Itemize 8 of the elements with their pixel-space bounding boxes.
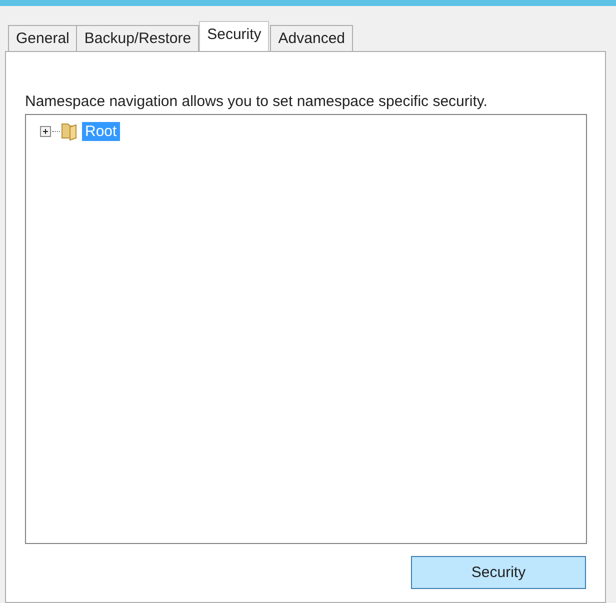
- tab[interactable]: Backup/Restore: [76, 25, 200, 51]
- security-button[interactable]: Security: [411, 556, 586, 589]
- expand-icon[interactable]: [40, 126, 51, 136]
- description-text: Namespace navigation allows you to set namespace specific security.: [25, 93, 488, 111]
- tab[interactable]: Advanced: [270, 25, 354, 51]
- tab[interactable]: Security: [199, 21, 270, 51]
- tab[interactable]: General: [8, 25, 78, 51]
- folder-icon: [61, 121, 79, 141]
